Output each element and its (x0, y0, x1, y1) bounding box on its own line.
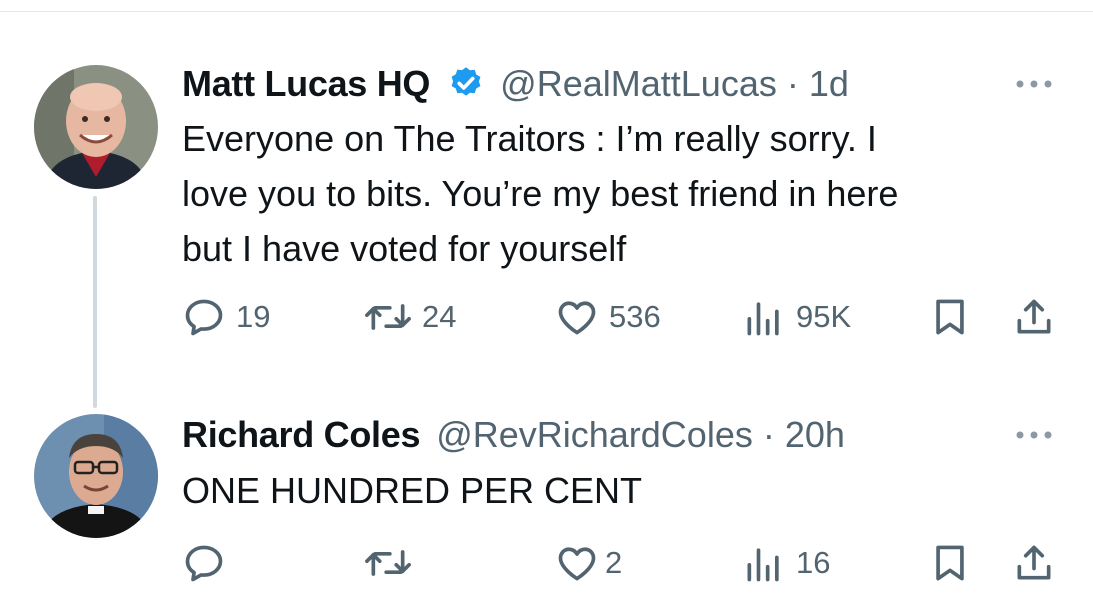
retweet-count: 24 (422, 299, 457, 334)
like-icon (558, 547, 596, 581)
retweet-icon (365, 304, 411, 330)
tweet-text-line: but I have voted for yourself (182, 228, 627, 269)
separator-dot: · (762, 414, 775, 455)
tweet-text: Everyone on The Traitors : I’m really so… (182, 111, 1062, 276)
reply-icon (185, 299, 223, 336)
action-bar: 2 16 (0, 541, 1093, 591)
timestamp[interactable]: 1d (809, 63, 849, 104)
tweet-text: ONE HUNDRED PER CENT (182, 463, 1062, 518)
views-button[interactable]: 95K (742, 295, 851, 339)
tweet-text-line: love you to bits. You’re my best friend … (182, 173, 899, 214)
retweet-button[interactable]: 24 (364, 295, 456, 339)
views-button[interactable]: 16 (742, 541, 830, 585)
views-icon (747, 302, 779, 336)
separator-dot: · (786, 63, 799, 104)
top-divider (0, 11, 1093, 12)
bookmark-button[interactable] (928, 295, 972, 339)
reply-count: 19 (236, 299, 271, 334)
avatar-matt-lucas[interactable] (34, 65, 158, 189)
retweet-button[interactable] (364, 541, 422, 585)
like-icon (558, 301, 596, 335)
verified-badge-icon[interactable] (448, 65, 484, 101)
bookmark-icon (936, 545, 964, 581)
like-button[interactable]: 536 (555, 295, 661, 339)
share-icon (1017, 299, 1051, 334)
tweet-header: Matt Lucas HQ @RealMattLucas · 1d (182, 62, 849, 106)
view-count: 95K (796, 299, 852, 334)
display-name[interactable]: Matt Lucas HQ (182, 63, 430, 104)
reply-button[interactable] (182, 541, 236, 585)
tweet-text-line: Everyone on The Traitors : I’m really so… (182, 118, 877, 159)
like-count: 2 (605, 545, 623, 580)
retweet-icon (365, 550, 411, 576)
timestamp[interactable]: 20h (785, 414, 845, 455)
view-count: 16 (796, 545, 831, 580)
share-button[interactable] (1012, 295, 1056, 339)
reply-button[interactable]: 19 (182, 295, 270, 339)
avatar-richard-coles[interactable] (34, 414, 158, 538)
action-bar: 19 24 536 95K (0, 295, 1093, 345)
handle[interactable]: @RevRichardColes (436, 414, 753, 455)
share-icon (1017, 545, 1051, 580)
tweet-text-line: ONE HUNDRED PER CENT (182, 470, 643, 511)
tweet-header: Richard Coles @RevRichardColes · 20h (182, 413, 845, 457)
bookmark-icon (936, 299, 964, 335)
like-button[interactable]: 2 (555, 541, 622, 585)
more-icon[interactable] (1012, 74, 1056, 94)
like-count: 536 (609, 299, 661, 334)
share-button[interactable] (1012, 541, 1056, 585)
views-icon (747, 548, 779, 582)
display-name[interactable]: Richard Coles (182, 414, 420, 455)
handle[interactable]: @RealMattLucas (500, 63, 777, 104)
bookmark-button[interactable] (928, 541, 972, 585)
reply-icon (185, 545, 223, 582)
more-icon[interactable] (1012, 425, 1056, 445)
